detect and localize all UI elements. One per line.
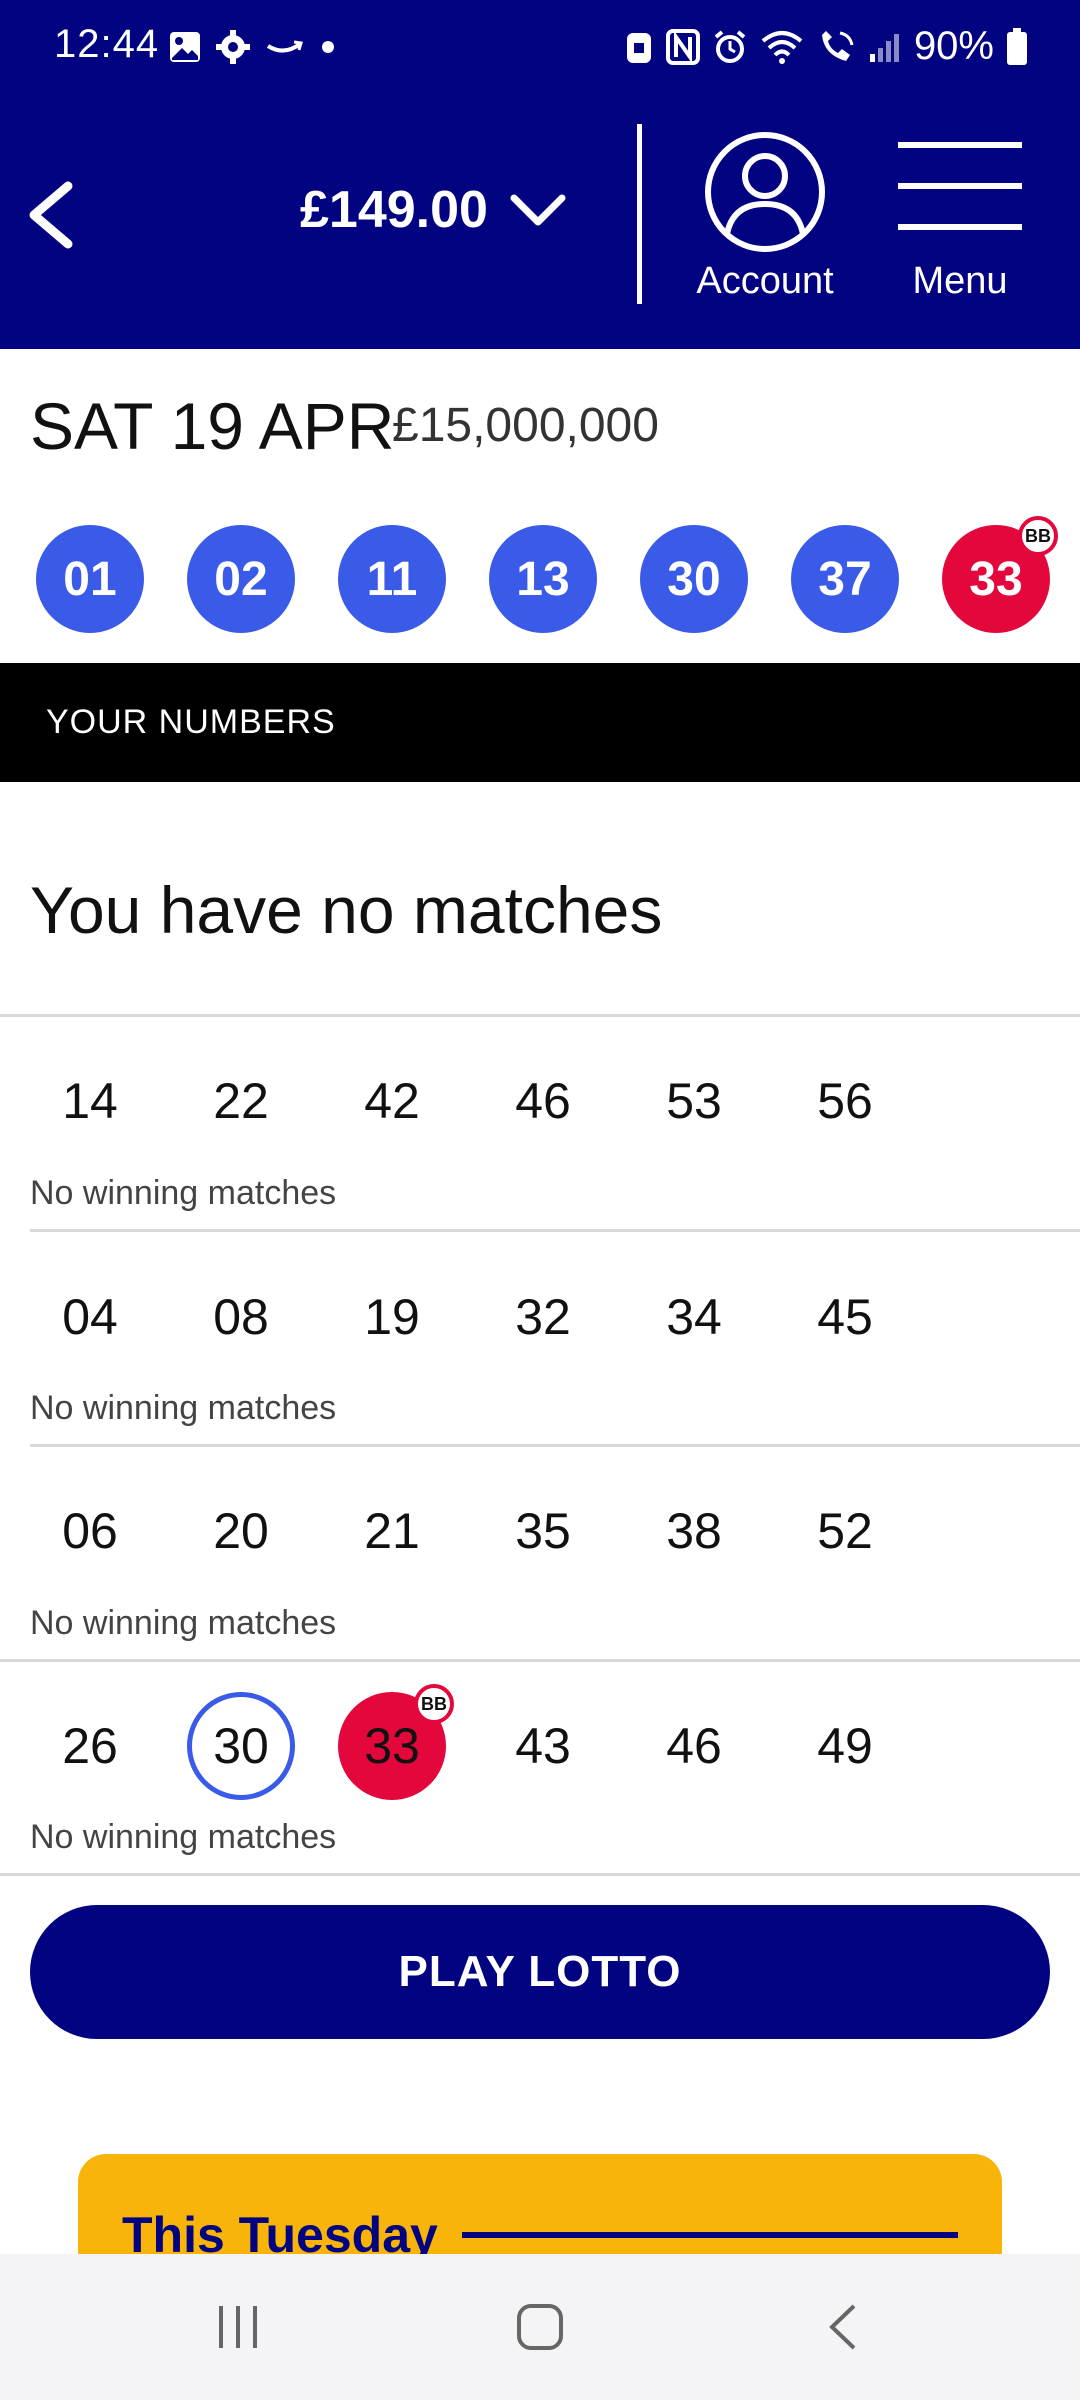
line-status: No winning matches (30, 1818, 337, 1856)
account-button[interactable]: Account (680, 130, 850, 310)
draw-date: SAT 19 APR (30, 389, 395, 463)
drawn-ball: 30 (640, 525, 748, 633)
ticket-number: 43 (515, 1718, 571, 1774)
system-nav-bar (0, 2254, 1080, 2400)
ticket-number: 46 (515, 1073, 571, 1129)
nfc-lock-icon (626, 32, 651, 63)
status-right-icons: 90% (624, 24, 1028, 69)
status-left-icons (168, 30, 338, 64)
signal-icon (869, 33, 899, 62)
account-label: Account (696, 260, 834, 302)
battery-icon (1007, 27, 1027, 65)
line-status: No winning matches (30, 1604, 337, 1642)
wifi-icon (761, 30, 803, 64)
bonus-match-badge: BB (414, 1684, 454, 1724)
drawn-ball: 37 (791, 525, 899, 633)
ticket-number-matched: 30 (187, 1692, 295, 1800)
line-status: No winning matches (30, 1174, 337, 1212)
battery-percent: 90% (913, 24, 994, 68)
hamburger-icon (898, 142, 1022, 230)
ticket-number: 38 (666, 1503, 722, 1559)
drawn-ball: 13 (489, 525, 597, 633)
match-summary: You have no matches (30, 873, 663, 947)
recent-apps-icon[interactable] (213, 2302, 263, 2352)
ticket-number: 20 (213, 1503, 269, 1559)
menu-button[interactable]: Menu (890, 140, 1030, 310)
ticket-number: 53 (666, 1073, 722, 1129)
balance-dropdown[interactable]: £149.00 (300, 180, 566, 240)
ticket-number: 32 (515, 1289, 571, 1345)
ticket-number: 19 (364, 1289, 420, 1345)
ticket-number: 06 (62, 1503, 118, 1559)
divider (30, 1229, 1080, 1232)
promo-rule (462, 2232, 958, 2238)
ticket-number: 52 (817, 1503, 873, 1559)
back-nav-icon[interactable] (820, 2302, 870, 2352)
divider (0, 1014, 1080, 1017)
divider (0, 1873, 1080, 1876)
drawn-ball: 01 (36, 525, 144, 633)
account-icon (705, 132, 825, 252)
ticket-number: 45 (817, 1289, 873, 1345)
status-bar: 12:44 90% (0, 0, 1080, 100)
ticket-number: 26 (62, 1718, 118, 1774)
ticket-number: 42 (364, 1073, 420, 1129)
ticket-number: 46 (666, 1718, 722, 1774)
app-header: 12:44 90% £149.00 Account Menu (0, 0, 1080, 349)
drawn-ball: 02 (187, 525, 295, 633)
your-numbers-header: YOUR NUMBERS (0, 663, 1080, 782)
menu-label: Menu (912, 260, 1008, 302)
alarm-icon (714, 29, 746, 63)
line-status: No winning matches (30, 1389, 337, 1427)
chevron-down-icon (510, 194, 566, 226)
balance-amount: £149.00 (300, 181, 488, 239)
divider (0, 1659, 1080, 1662)
chevron-left-icon (29, 181, 73, 249)
wifi-calling-icon (821, 30, 854, 61)
ticket-number: 22 (213, 1073, 269, 1129)
gallery-icon (170, 32, 200, 62)
home-icon[interactable] (515, 2302, 565, 2352)
amazon-icon (266, 40, 303, 53)
drawn-ball: 11 (338, 525, 446, 633)
your-numbers-label: YOUR NUMBERS (46, 703, 336, 741)
nfc-icon (665, 28, 700, 65)
play-lotto-button[interactable]: PLAY LOTTO (30, 1905, 1050, 2039)
status-time: 12:44 (54, 22, 160, 66)
header-divider (637, 124, 642, 304)
divider (30, 1444, 1080, 1447)
ticket-number: 56 (817, 1073, 873, 1129)
settings-icon (216, 30, 250, 64)
back-button[interactable] (20, 170, 90, 260)
ticket-number: 34 (666, 1289, 722, 1345)
ticket-number: 21 (364, 1503, 420, 1559)
jackpot-amount: £15,000,000 (392, 399, 659, 452)
ticket-number: 08 (213, 1289, 269, 1345)
bonus-ball-badge: BB (1018, 516, 1058, 556)
ticket-number: 35 (515, 1503, 571, 1559)
ticket-number: 04 (62, 1289, 118, 1345)
dot-icon (322, 41, 334, 53)
ticket-number: 49 (817, 1718, 873, 1774)
ticket-number: 14 (62, 1073, 118, 1129)
